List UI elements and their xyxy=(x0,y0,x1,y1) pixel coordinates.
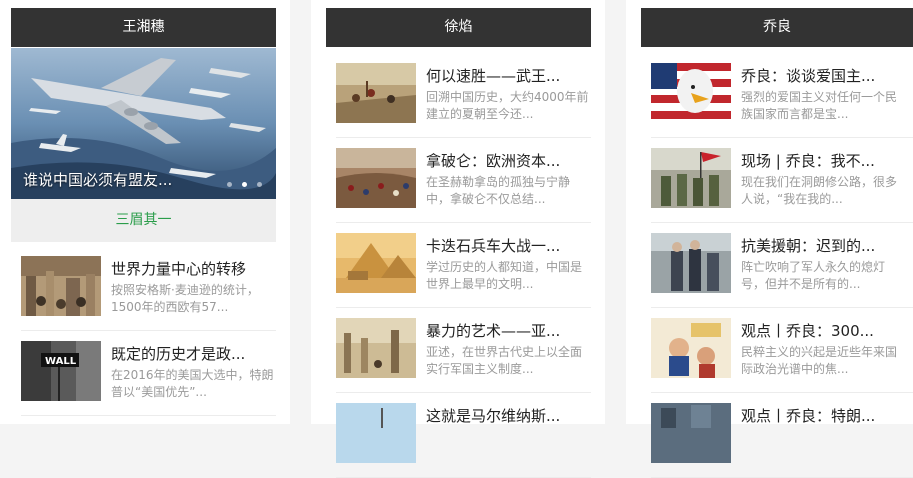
item-description: 学过历史的人都知道，中国是世界上最早的文明... xyxy=(426,260,583,291)
item-title[interactable]: 暴力的艺术——亚... xyxy=(426,320,591,341)
list-item[interactable]: 乔良：谈谈爱国主... 强烈的爱国主义对任何一个民族国家而言都是宝... xyxy=(651,61,913,138)
item-description: 现在我们在洞朗修公路，很多人说，“我在我的... xyxy=(741,175,898,206)
svg-text:WALL: WALL xyxy=(45,356,77,367)
ancient-ruins-painting xyxy=(336,318,416,378)
trading-floor-image xyxy=(21,256,101,316)
item-title[interactable]: 何以速胜——武王... xyxy=(426,65,591,86)
eagle-flag-image xyxy=(651,63,731,123)
item-title[interactable]: 观点丨乔良：300... xyxy=(741,320,906,341)
item-title[interactable]: 卡迭石兵车大战一... xyxy=(426,235,591,256)
list-item[interactable]: 观点丨乔良：特朗... xyxy=(651,401,913,478)
list-item[interactable]: 卡迭石兵车大战一... 学过历史的人都知道，中国是世界上最早的文明... xyxy=(336,231,591,308)
item-title[interactable]: 世界力量中心的转移 xyxy=(111,258,276,279)
sky-scene-image xyxy=(336,403,416,463)
list-item[interactable]: 何以速胜——武王... 回溯中国历史，大约4000年前建立的夏朝至今还... xyxy=(336,61,591,138)
column-wang-xiangsui: 王湘穗 谁说中国必须有盟友... 三眉其一 世界力量中心的转移 按照安格斯·麦迪… xyxy=(0,0,290,424)
column-qiao-liang: 乔良 乔良：谈谈爱国主... 强烈的爱国主义对任何一个民族国家而言都是宝... xyxy=(626,0,913,478)
list-item[interactable]: 世界力量中心的转移 按照安格斯·麦迪逊的统计，1500年的西欧有57... xyxy=(21,254,276,331)
cartoon-image xyxy=(651,318,731,378)
column-header[interactable]: 徐焰 xyxy=(326,8,591,47)
item-title[interactable]: 拿破仑：欧洲资本... xyxy=(426,150,591,171)
item-description: 按照安格斯·麦迪逊的统计，1500年的西欧有57... xyxy=(111,283,259,314)
slider-dot[interactable] xyxy=(257,182,262,187)
item-description: 阵亡吹响了军人永久的熄灯号，但并不是所有的... xyxy=(741,260,886,291)
wall-street-sign-image: WALL xyxy=(21,341,101,401)
item-description: 民粹主义的兴起是近些年来国际政治光谱中的焦... xyxy=(741,345,898,376)
item-description: 在2016年的美国大选中，特朗普以“美国优先”... xyxy=(111,368,274,399)
list-item[interactable]: 抗美援朝：迟到的... 阵亡吹响了军人永久的熄灯号，但并不是所有的... xyxy=(651,231,913,308)
veterans-photo-image xyxy=(651,233,731,293)
item-title[interactable]: 观点丨乔良：特朗... xyxy=(741,405,906,426)
list-item[interactable]: 拿破仑：欧洲资本... 在圣赫勒拿岛的孤独与宁静中，拿破仑不仅总结... xyxy=(336,146,591,223)
list-item[interactable]: 这就是马尔维纳斯... xyxy=(336,401,591,478)
soldiers-flag-image xyxy=(651,148,731,208)
pyramids-sphinx-image xyxy=(336,233,416,293)
list-item[interactable]: 现场 | 乔良：我不... 现在我们在洞朗修公路，很多人说，“我在我的... xyxy=(651,146,913,223)
list-item[interactable]: WALL 既定的历史才是政... 在2016年的美国大选中，特朗普以“美国优先”… xyxy=(21,339,276,416)
napoleon-battle-painting xyxy=(336,148,416,208)
slider-dots xyxy=(227,182,262,187)
item-title[interactable]: 现场 | 乔良：我不... xyxy=(741,150,906,171)
slider-caption[interactable]: 谁说中国必须有盟友... xyxy=(23,169,172,190)
city-scene-image xyxy=(651,403,731,463)
item-description: 亚述，在世界古代史上以全面实行军国主义制度... xyxy=(426,345,583,376)
ancient-battle-painting xyxy=(336,63,416,123)
slider-dot[interactable] xyxy=(227,182,232,187)
image-slider[interactable]: 谁说中国必须有盟友... xyxy=(11,48,276,199)
author-bar[interactable]: 三眉其一 xyxy=(11,199,276,242)
item-title[interactable]: 抗美援朝：迟到的... xyxy=(741,235,906,256)
list-item[interactable]: 观点丨乔良：300... 民粹主义的兴起是近些年来国际政治光谱中的焦... xyxy=(651,316,913,393)
item-title[interactable]: 乔良：谈谈爱国主... xyxy=(741,65,906,86)
item-title[interactable]: 这就是马尔维纳斯... xyxy=(426,405,591,426)
column-header[interactable]: 乔良 xyxy=(641,8,913,47)
column-header[interactable]: 王湘穗 xyxy=(11,8,276,47)
item-title[interactable]: 既定的历史才是政... xyxy=(111,343,276,364)
list-item[interactable]: 暴力的艺术——亚... 亚述，在世界古代史上以全面实行军国主义制度... xyxy=(336,316,591,393)
slider-dot-active[interactable] xyxy=(242,182,247,187)
item-description: 回溯中国历史，大约4000年前建立的夏朝至今还... xyxy=(426,90,589,121)
item-description: 在圣赫勒拿岛的孤独与宁静中，拿破仑不仅总结... xyxy=(426,175,571,206)
column-xu-yan: 徐焰 何以速胜——武王... 回溯中国历史，大约4000年前建立的夏朝至今还..… xyxy=(311,0,605,478)
item-description: 强烈的爱国主义对任何一个民族国家而言都是宝... xyxy=(741,90,898,121)
